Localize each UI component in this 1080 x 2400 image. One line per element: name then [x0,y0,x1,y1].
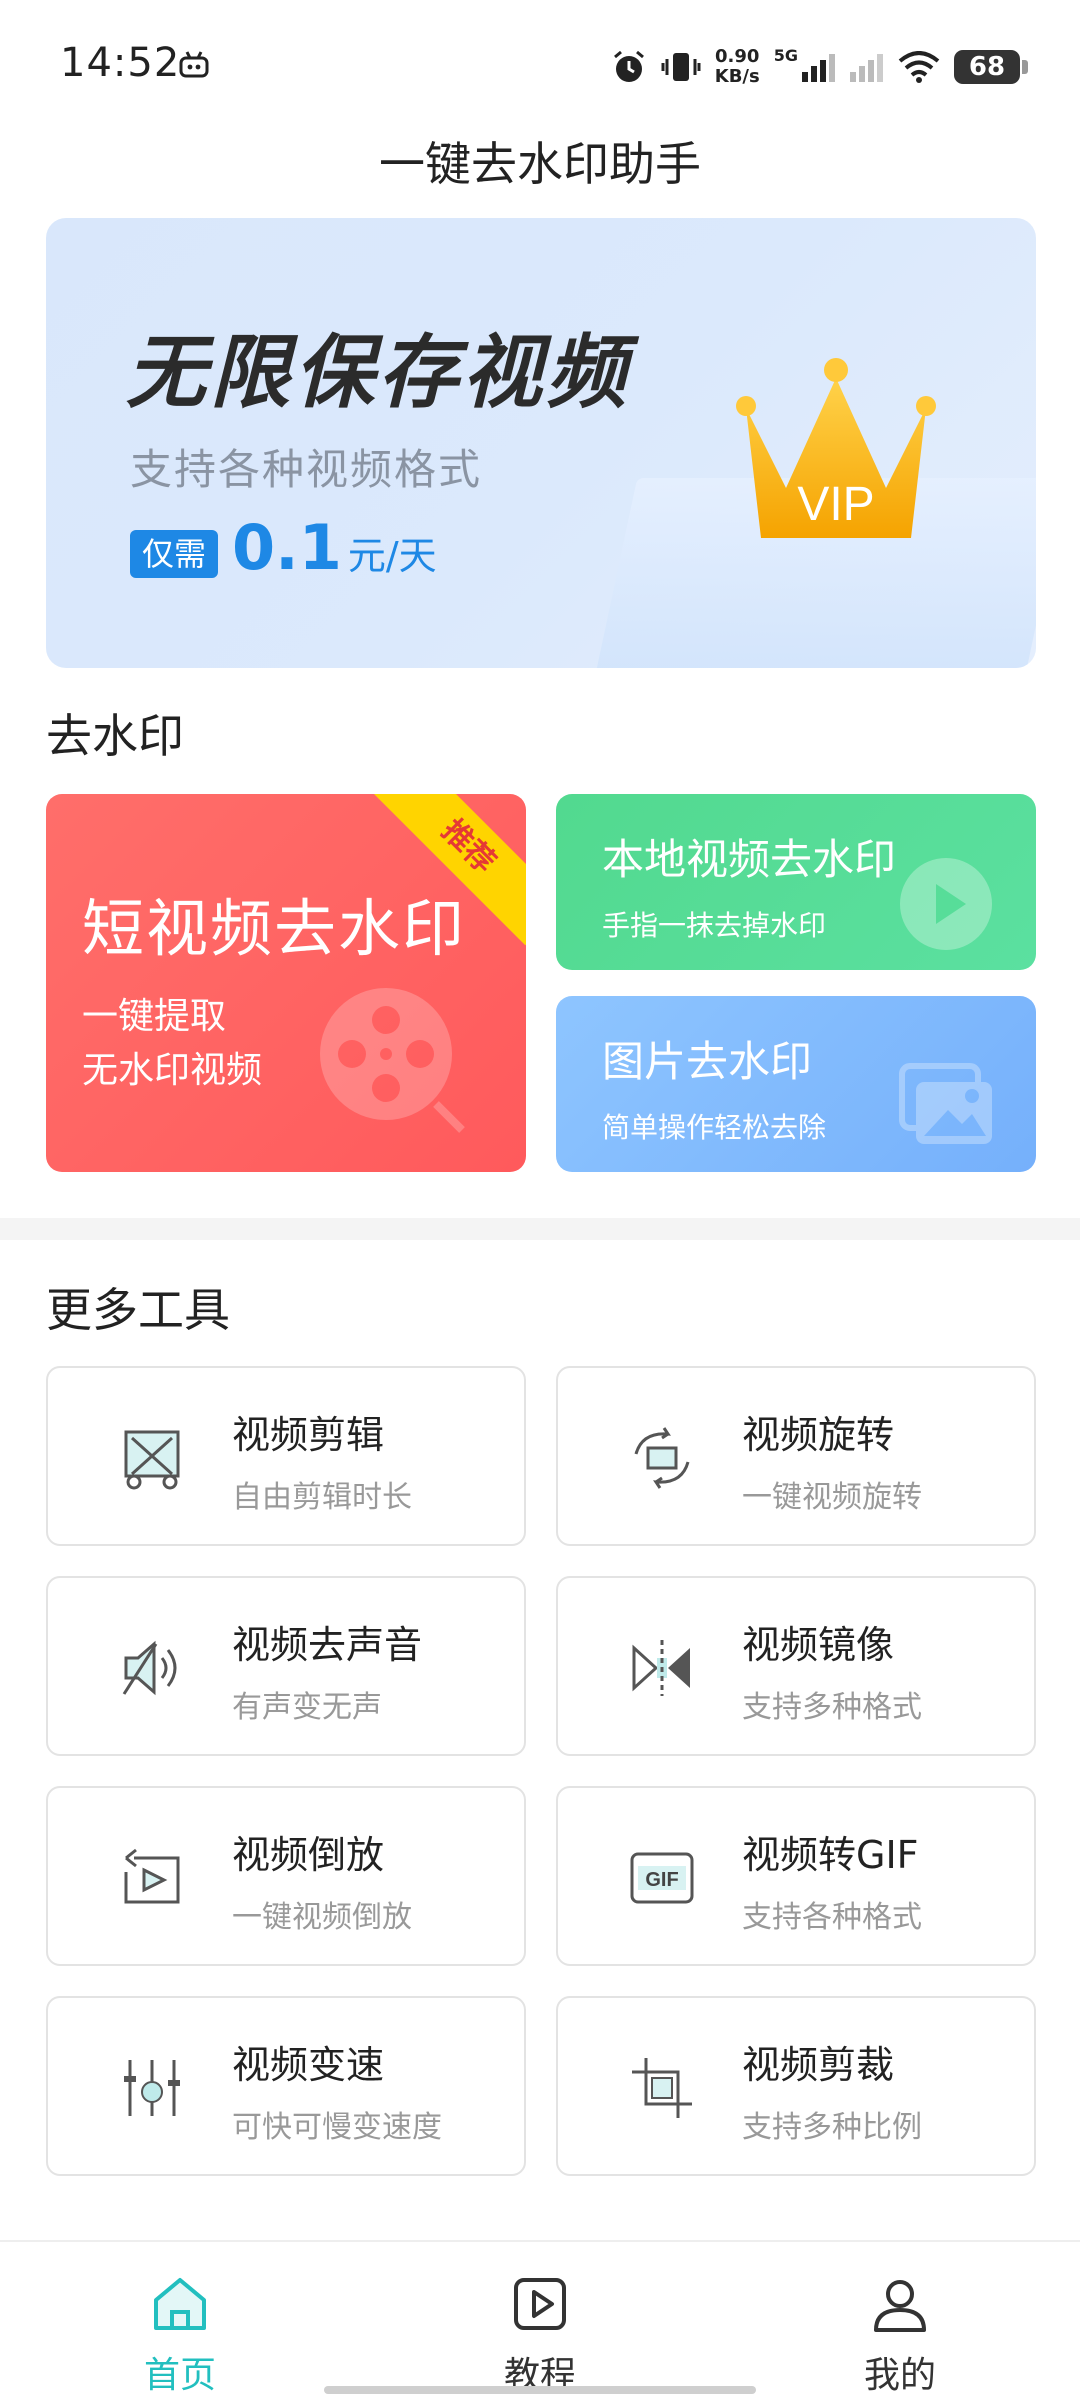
price-value: 0.1 [232,511,342,584]
crown-vip-text: VIP [797,478,874,531]
user-icon [874,2280,926,2332]
tool-name: 视频转GIF [742,1833,919,1877]
vip-banner[interactable]: 无限保存视频 支持各种视频格式 仅需 0.1 元/天 VIP [46,218,1036,668]
page-title: 一键去水印助手 [379,137,701,191]
nav-mine[interactable]: 我的 [800,2272,1000,2398]
tool-name: 视频变速 [232,2043,385,2087]
rotate-icon [634,1427,690,1489]
local-video-watermark-card[interactable]: 本地视频去水印 手指一抹去掉水印 [556,794,1036,970]
tool-description: 支持多种格式 [742,1690,922,1725]
signal-secondary-icon [850,54,883,82]
tool-video-rotate[interactable]: 视频旋转 一键视频旋转 [556,1366,1036,1546]
local-video-title: 本地视频去水印 [602,835,897,884]
tool-video-to-gif[interactable]: GIF 视频转GIF 支持各种格式 [556,1786,1036,1966]
film-reel-icon [320,988,465,1133]
gif-icon: GIF [630,1852,694,1904]
network-speed: 0.90 KB/s [714,46,760,87]
video-cut-icon [124,1430,180,1490]
watermark-section-title: 去水印 [46,709,184,763]
image-icon [899,1063,992,1144]
tool-description: 有声变无声 [232,1690,382,1725]
status-time: 14:52 [60,40,181,86]
status-icons: 0.90 KB/s 5G 68 [611,42,1028,92]
tool-description: 支持各种格式 [742,1900,922,1935]
banner-title: 无限保存视频 [126,326,630,419]
vip-crown-icon: VIP [736,358,936,538]
tool-video-reverse[interactable]: 视频倒放 一键视频倒放 [46,1786,526,1966]
image-watermark-description: 简单操作轻松去除 [602,1111,827,1144]
tool-description: 自由剪辑时长 [232,1480,412,1515]
tool-name: 视频旋转 [742,1413,895,1457]
nav-home-label: 首页 [143,2355,216,2396]
price-tag: 仅需 [130,530,219,578]
tool-video-crop[interactable]: 视频剪裁 支持多种比例 [556,1996,1036,2176]
play-circle-icon [900,858,992,950]
tool-name: 视频剪裁 [742,2043,895,2087]
network-type-label: 5G [773,45,798,65]
battery-indicator: 68 [954,50,1028,84]
svg-text:GIF: GIF [645,1869,678,1891]
tool-description: 一键视频旋转 [742,1480,922,1515]
tool-description: 可快可慢变速度 [232,2110,442,2145]
price-unit: 元/天 [347,534,437,578]
home-icon [154,2278,206,2330]
mirror-icon [632,1640,690,1696]
home-indicator[interactable] [324,2386,756,2394]
nav-home[interactable]: 首页 [80,2272,280,2398]
nav-tutorial[interactable]: 教程 [440,2272,640,2398]
alarm-icon [613,50,644,82]
tool-video-edit[interactable]: 视频剪辑 自由剪辑时长 [46,1366,526,1546]
tool-description: 支持多种比例 [742,2110,922,2145]
short-video-description: 一键提取 无水印视频 [82,996,263,1091]
app-screen: 14:52 0.90 KB/s 5G 68 一键去水印助手 无限保存视频 支持各… [0,0,1080,2400]
reverse-play-icon [124,1848,180,1904]
speaker-icon [122,1640,177,1696]
status-bar: 14:52 0.90 KB/s 5G 68 [0,0,1080,130]
short-video-title: 短视频去水印 [82,892,467,965]
tool-name: 视频去声音 [232,1623,423,1667]
local-video-description: 手指一抹去掉水印 [602,909,827,942]
tool-video-mirror[interactable]: 视频镜像 支持多种格式 [556,1576,1036,1756]
bottom-navigation: 首页 教程 我的 [0,2240,1080,2400]
robot-notification-icon [179,51,209,78]
section-divider [0,1218,1080,1240]
tool-name: 视频倒放 [232,1833,385,1877]
wifi-icon [898,51,940,83]
banner-subtitle: 支持各种视频格式 [130,445,483,494]
image-watermark-card[interactable]: 图片去水印 简单操作轻松去除 [556,996,1036,1172]
banner-price: 仅需 0.1 元/天 [130,511,437,584]
nav-mine-label: 我的 [863,2355,936,2396]
vibrate-icon [661,53,701,81]
tool-name: 视频镜像 [742,1623,895,1667]
play-square-icon [514,2278,566,2330]
short-video-watermark-card[interactable]: 短视频去水印 一键提取 无水印视频 推荐 [46,794,526,1172]
tool-video-speed[interactable]: 视频变速 可快可慢变速度 [46,1996,526,2176]
tools-section-title: 更多工具 [46,1283,230,1337]
image-watermark-title: 图片去水印 [602,1037,813,1086]
signal-icon [802,54,835,82]
crop-icon [632,2058,692,2118]
tool-name: 视频剪辑 [232,1413,385,1457]
tool-description: 一键视频倒放 [232,1900,412,1935]
speed-sliders-icon [124,2060,180,2116]
tool-video-mute[interactable]: 视频去声音 有声变无声 [46,1576,526,1756]
